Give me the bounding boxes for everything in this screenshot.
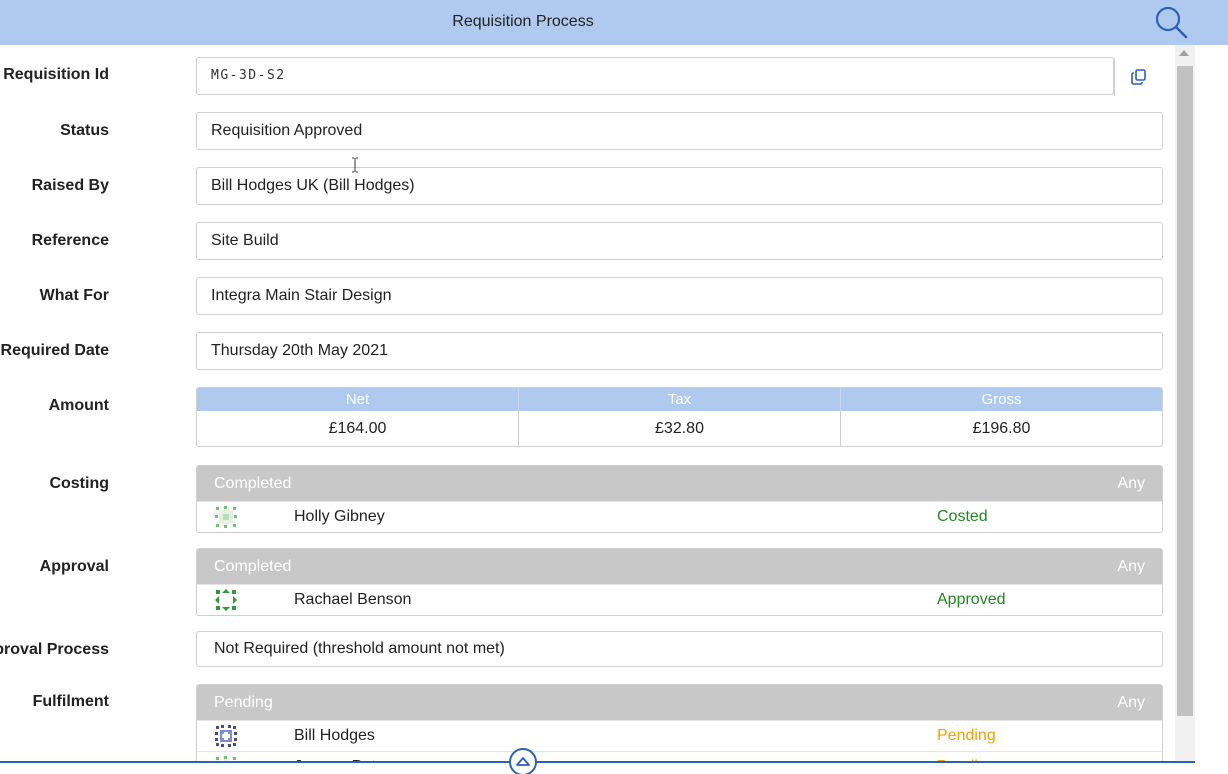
copy-button[interactable]	[1114, 58, 1163, 96]
required-date-label: Required Date	[0, 342, 109, 359]
amount-header-net: Net	[197, 388, 519, 411]
requisition-id-field[interactable]: MG-3D-S2	[196, 57, 1114, 95]
requisition-id-label: Requisition Id	[3, 66, 109, 83]
copy-icon	[1131, 69, 1146, 85]
avatar-icon	[215, 589, 237, 611]
costing-state: Completed	[214, 475, 292, 492]
approval-scope: Any	[1117, 558, 1145, 575]
fulfilment-label: Fulfilment	[32, 693, 109, 710]
costing-person-name: Holly Gibney	[294, 508, 385, 525]
collapse-button[interactable]	[509, 748, 537, 774]
chevron-up-icon	[516, 757, 530, 766]
what-for-label: What For	[39, 287, 109, 304]
approval-process-label: Approval Process	[0, 641, 109, 658]
amount-tax-value: £32.80	[519, 411, 841, 446]
fulfilment-panel-header: Pending Any	[197, 685, 1162, 720]
amount-gross-value: £196.80	[972, 420, 1031, 437]
costing-status: Costed	[937, 508, 988, 525]
amount-value-row: £164.00 £32.80 £196.80	[197, 411, 1162, 446]
what-for-field[interactable]: Integra Main Stair Design	[196, 277, 1163, 315]
list-item[interactable]: Holly Gibney Costed	[197, 501, 1162, 532]
amount-header-tax: Tax	[519, 388, 841, 411]
amount-label: Amount	[48, 397, 109, 414]
status-label: Status	[60, 122, 109, 139]
status-field[interactable]: Requisition Approved	[196, 112, 1163, 150]
list-item[interactable]: Rachael Benson Approved	[197, 584, 1162, 615]
header-bar: Requisition Process	[0, 0, 1228, 45]
amount-table: Net Tax Gross £164.00 £32.80 £196.80	[196, 387, 1163, 447]
costing-label: Costing	[49, 475, 109, 492]
scroll-up-arrow-icon[interactable]	[1179, 50, 1189, 56]
raised-by-label: Raised By	[31, 177, 109, 194]
fulfilment-scope: Any	[1117, 694, 1145, 711]
list-item[interactable]: Bill Hodges Pending	[197, 720, 1162, 751]
avatar-icon	[215, 506, 237, 528]
fulfilment-person-name: Jerome Peterson	[294, 752, 416, 761]
approval-label: Approval	[39, 558, 109, 575]
form-content: Requisition Id MG-3D-S2 Status Requisiti…	[0, 45, 1175, 761]
costing-panel: Completed Any Holly Gibney Costed	[196, 465, 1163, 533]
approval-state: Completed	[214, 558, 292, 575]
text-cursor-icon	[352, 157, 358, 173]
fulfilment-state: Pending	[214, 694, 273, 711]
fulfilment-person-name: Bill Hodges	[294, 727, 375, 744]
bottom-divider	[0, 761, 1195, 763]
reference-field[interactable]: Site Build	[196, 222, 1163, 260]
reference-label: Reference	[31, 232, 109, 249]
amount-net-value: £164.00	[197, 411, 519, 446]
search-icon[interactable]	[1153, 4, 1189, 40]
approval-status: Approved	[937, 591, 1006, 608]
list-item[interactable]: Jerome Peterson Pending	[197, 751, 1162, 761]
amount-header-gross: Gross	[981, 391, 1022, 408]
required-date-field[interactable]: Thursday 20th May 2021	[196, 332, 1163, 370]
avatar-icon	[215, 725, 237, 747]
fulfilment-status: Pending	[937, 727, 996, 744]
scrollbar-thumb[interactable]	[1177, 66, 1193, 716]
approval-panel: Completed Any Rachael Benson Approved	[196, 548, 1163, 616]
costing-panel-header: Completed Any	[197, 466, 1162, 501]
approval-panel-header: Completed Any	[197, 549, 1162, 584]
approval-person-name: Rachael Benson	[294, 591, 412, 608]
raised-by-field[interactable]: Bill Hodges UK (Bill Hodges)	[196, 167, 1163, 205]
costing-scope: Any	[1117, 475, 1145, 492]
fulfilment-status: Pending	[937, 752, 996, 761]
fulfilment-panel: Pending Any Bill Hodges Pending	[196, 684, 1163, 761]
approval-process-field[interactable]: Not Required (threshold amount not met)	[196, 631, 1163, 667]
amount-header-row: Net Tax Gross	[197, 388, 1162, 411]
page-title: Requisition Process	[452, 13, 594, 30]
